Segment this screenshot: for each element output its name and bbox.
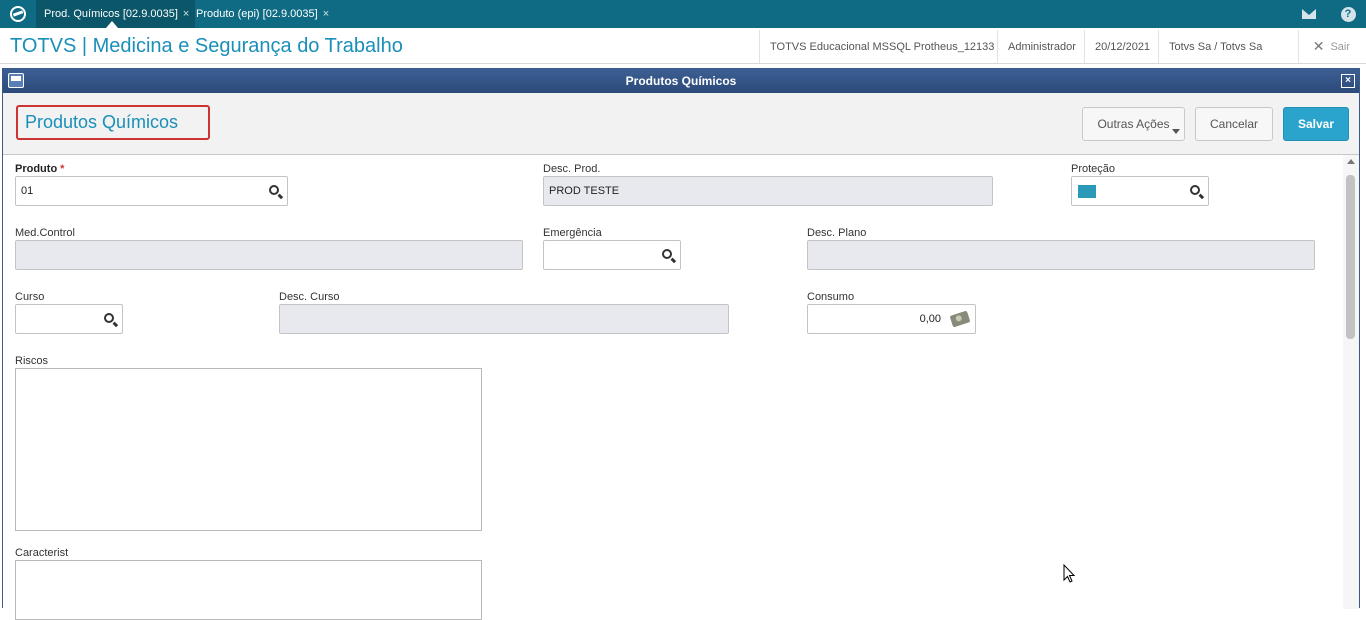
riscos-textarea[interactable] [15, 368, 482, 531]
desc-curso-field [279, 304, 729, 334]
tab-produto-epi[interactable]: Produto (epi) [02.9.0035] × [188, 0, 335, 28]
chevron-down-icon [1172, 129, 1180, 134]
app-header: TOTVS | Medicina e Segurança do Trabalho… [0, 30, 1366, 64]
other-actions-label: Outras Ações [1097, 117, 1170, 131]
action-bar: Produtos Químicos Outras Ações Cancelar … [3, 93, 1359, 155]
med-control-field [15, 240, 523, 270]
search-icon[interactable] [1190, 185, 1200, 195]
desc-prod-label: Desc. Prod. [543, 163, 601, 175]
scroll-up-icon[interactable] [1347, 159, 1355, 164]
totvs-menu-button[interactable] [0, 0, 36, 28]
form-scrollbar[interactable] [1343, 155, 1359, 609]
riscos-label: Riscos [15, 355, 49, 367]
form-area: Produto * 01 Desc. Prod. PROD TESTE Prote… [3, 155, 1343, 620]
tab-close-icon[interactable]: × [323, 8, 329, 20]
form-title: Produtos Químicos [16, 105, 210, 140]
dialog-close-button[interactable]: × [1341, 74, 1355, 88]
curso-label: Curso [15, 291, 45, 303]
dialog-title-bar: Produtos Químicos × [3, 69, 1359, 93]
help-icon: ? [1340, 6, 1356, 22]
required-marker: * [60, 163, 65, 175]
protecao-input[interactable] [1071, 176, 1209, 206]
date-info: 20/12/2021 [1084, 30, 1160, 63]
caracterist-label: Caracterist [15, 547, 69, 559]
tab-label: Prod. Químicos [02.9.0035] [44, 8, 178, 20]
user-info: Administrador [997, 30, 1086, 63]
active-tab-caret-icon [106, 21, 118, 28]
save-button[interactable]: Salvar [1283, 107, 1349, 141]
help-button[interactable]: ? [1330, 0, 1366, 28]
produtos-quimicos-dialog: Produtos Químicos × Produtos Químicos Ou… [2, 68, 1360, 620]
cancel-button[interactable]: Cancelar [1195, 107, 1273, 141]
produto-value: 01 [21, 185, 34, 197]
scrollbar-thumb[interactable] [1346, 175, 1355, 339]
app-title: TOTVS | Medicina e Segurança do Trabalho [10, 35, 403, 57]
emergencia-input[interactable] [543, 240, 681, 270]
consumo-value: 0,00 [919, 313, 941, 325]
totvs-logo-icon [10, 6, 26, 22]
med-control-label: Med.Control [15, 227, 75, 239]
desc-plano-label: Desc. Plano [807, 227, 867, 239]
consumo-input[interactable]: 0,00 [807, 304, 976, 334]
caracterist-textarea[interactable] [15, 560, 482, 620]
produto-label-text: Produto [15, 163, 58, 175]
logout-button[interactable]: ✕ Sair [1297, 30, 1350, 63]
money-icon[interactable] [949, 310, 971, 328]
company-info: Totvs Sa / Totvs Sa [1158, 30, 1272, 63]
desc-plano-field [807, 240, 1315, 270]
desc-prod-field: PROD TESTE [543, 176, 993, 206]
messages-button[interactable] [1291, 0, 1327, 28]
desc-prod-value: PROD TESTE [549, 185, 620, 197]
curso-input[interactable] [15, 304, 123, 334]
mail-icon [1302, 9, 1316, 19]
close-icon: ✕ [1312, 38, 1325, 54]
emergencia-label: Emergência [543, 227, 602, 239]
desc-curso-label: Desc. Curso [279, 291, 340, 303]
produto-input[interactable]: 01 [15, 176, 288, 206]
search-icon[interactable] [104, 313, 114, 323]
consumo-label: Consumo [807, 291, 855, 303]
produto-label: Produto * [15, 163, 64, 175]
mouse-cursor-icon [1063, 564, 1076, 583]
color-swatch [1078, 184, 1096, 198]
dialog-title: Produtos Químicos [625, 74, 737, 88]
tab-label: Produto (epi) [02.9.0035] [196, 8, 318, 20]
other-actions-button[interactable]: Outras Ações [1082, 107, 1185, 141]
top-tab-bar: Prod. Químicos [02.9.0035] × Produto (ep… [0, 0, 1366, 28]
search-icon[interactable] [269, 185, 279, 195]
environment-info: TOTVS Educacional MSSQL Protheus_12133 [759, 30, 1004, 63]
logout-label: Sair [1330, 40, 1350, 53]
protecao-label: Proteção [1071, 163, 1116, 175]
search-icon[interactable] [662, 249, 672, 259]
window-icon [8, 73, 24, 88]
